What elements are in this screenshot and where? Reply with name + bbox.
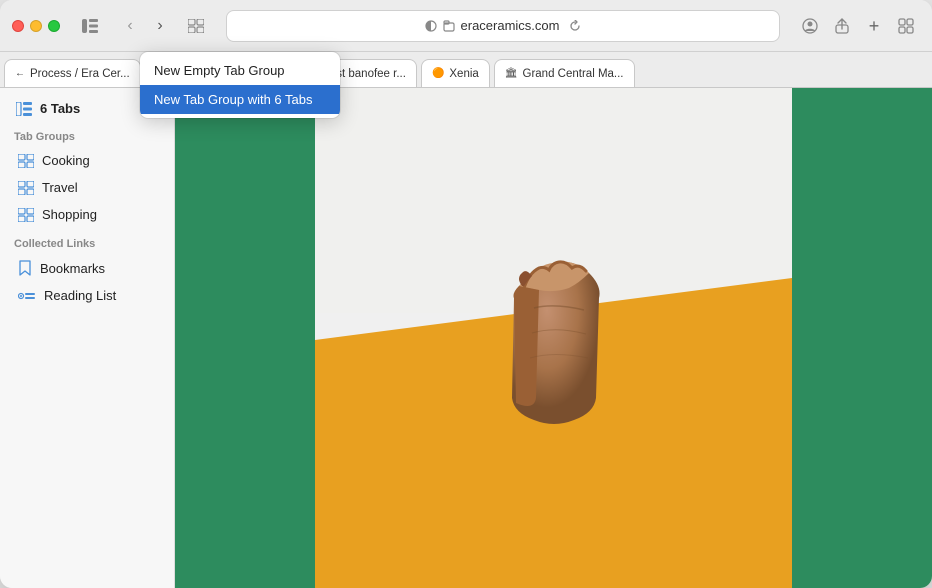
content-area: 6 Tabs Tab Groups Cooking [0, 88, 932, 588]
tab-icon [443, 20, 455, 32]
reading-list-label: Reading List [44, 288, 116, 303]
sculpture-svg [474, 238, 634, 458]
sidebar: 6 Tabs Tab Groups Cooking [0, 88, 175, 588]
sidebar-item-shopping[interactable]: Shopping [4, 202, 170, 227]
new-tab-group-with-tabs-item[interactable]: New Tab Group with 6 Tabs [140, 85, 340, 114]
sidebar-item-cooking[interactable]: Cooking [4, 148, 170, 173]
web-content [175, 88, 932, 588]
back-button[interactable]: ‹ [116, 12, 144, 40]
green-right-panel [792, 88, 932, 588]
shopping-icon [18, 208, 34, 222]
all-tabs-label: 6 Tabs [40, 101, 80, 116]
bookmarks-label: Bookmarks [40, 261, 105, 276]
green-left-panel [175, 88, 315, 588]
tabs-icon [16, 102, 32, 116]
sidebar-toggle[interactable] [76, 12, 104, 40]
tab-grid-button[interactable] [892, 12, 920, 40]
sidebar-icon[interactable] [76, 12, 104, 40]
center-content [315, 88, 792, 588]
tab-groups-section-label: Tab Groups [0, 121, 174, 147]
tab-xenia-icon: 🟠 [432, 68, 444, 79]
shopping-label: Shopping [42, 207, 97, 222]
close-button[interactable] [12, 20, 24, 32]
travel-label: Travel [42, 180, 78, 195]
address-text: eraceramics.com [461, 18, 560, 33]
tab-back-icon: ← [15, 68, 25, 79]
sidebar-item-reading-list[interactable]: Reading List [4, 283, 170, 308]
titlebar-right: + [796, 12, 920, 40]
tab-grand-central[interactable]: 🏛 Grand Central Ma... [494, 59, 635, 87]
collected-links-section-label: Collected Links [0, 228, 174, 254]
browser-window: ‹ › eracer [0, 0, 932, 588]
cooking-label: Cooking [42, 153, 90, 168]
traffic-lights [12, 20, 60, 32]
tab-overview-button[interactable] [182, 12, 210, 40]
forward-button[interactable]: › [146, 12, 174, 40]
address-bar[interactable]: eraceramics.com [226, 10, 780, 42]
add-tab-button[interactable]: + [860, 12, 888, 40]
cooking-icon [18, 154, 34, 168]
tab-gc-icon: 🏛 [505, 68, 518, 79]
maximize-button[interactable] [48, 20, 60, 32]
webpage-image [175, 88, 932, 588]
tab-label: Xenia [449, 68, 478, 80]
nav-controls: ‹ › [116, 12, 174, 40]
titlebar: ‹ › eracer [0, 0, 932, 52]
tab-xenia[interactable]: 🟠 Xenia [421, 59, 490, 87]
profile-button[interactable] [796, 12, 824, 40]
tab-label: Process / Era Cer... [30, 68, 130, 80]
privacy-icon [425, 20, 437, 32]
new-empty-tab-group-item[interactable]: New Empty Tab Group [140, 56, 340, 85]
sculpture [474, 238, 634, 458]
tab-label: Grand Central Ma... [523, 68, 624, 80]
sidebar-item-bookmarks[interactable]: Bookmarks [4, 255, 170, 281]
reading-list-icon [18, 289, 36, 303]
share-button[interactable] [828, 12, 856, 40]
tab-process[interactable]: ← Process / Era Cer... [4, 59, 141, 87]
sidebar-item-travel[interactable]: Travel [4, 175, 170, 200]
travel-icon [18, 181, 34, 195]
dropdown-menu: New Empty Tab Group New Tab Group with 6… [140, 52, 340, 118]
minimize-button[interactable] [30, 20, 42, 32]
bookmark-icon [18, 260, 32, 276]
reload-icon[interactable] [569, 20, 581, 32]
